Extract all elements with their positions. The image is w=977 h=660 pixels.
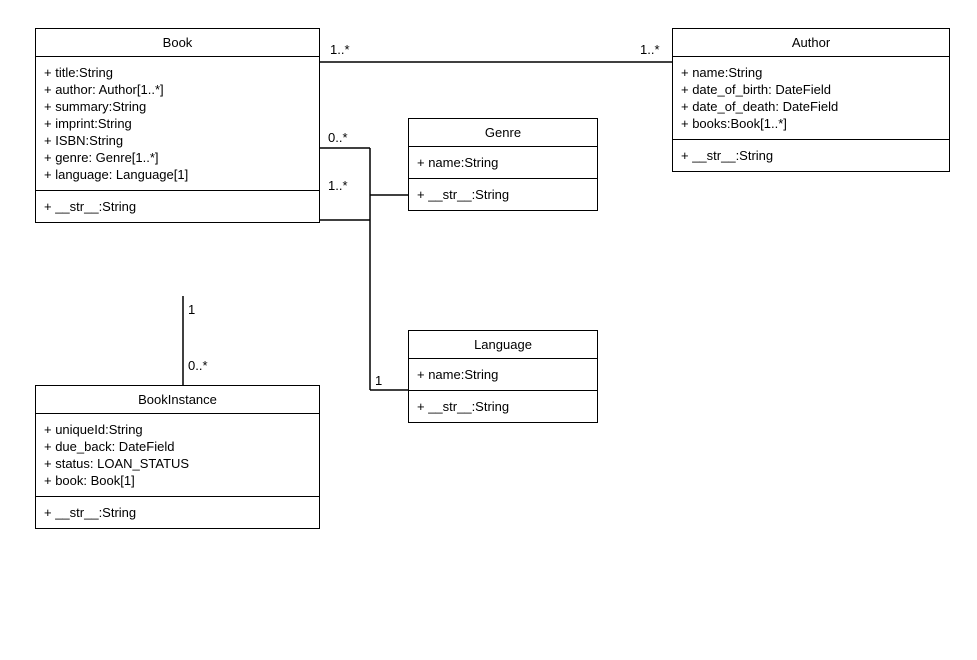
author-attr-2: + date_of_death: DateField: [681, 99, 941, 114]
author-attr-0: + name:String: [681, 65, 941, 80]
genre-class: Genre + name:String + __str__:String: [408, 118, 598, 211]
book-author-right-label: 1..*: [640, 42, 660, 57]
bookinstance-class-methods: + __str__:String: [36, 497, 319, 528]
author-attr-3: + books:Book[1..*]: [681, 116, 941, 131]
genre-class-title: Genre: [409, 119, 597, 147]
bookinstance-class: BookInstance + uniqueId:String + due_bac…: [35, 385, 320, 529]
book-attr-5: + genre: Genre[1..*]: [44, 150, 311, 165]
genre-attr-0: + name:String: [417, 155, 589, 170]
book-attr-6: + language: Language[1]: [44, 167, 311, 182]
book-class-methods: + __str__:String: [36, 191, 319, 222]
book-class-attributes: + title:String + author: Author[1..*] + …: [36, 57, 319, 191]
book-method-0: + __str__:String: [44, 199, 311, 214]
bookinstance-attr-3: + book: Book[1]: [44, 473, 311, 488]
author-class-title: Author: [673, 29, 949, 57]
book-attr-2: + summary:String: [44, 99, 311, 114]
author-class-methods: + __str__:String: [673, 140, 949, 171]
language-method-0: + __str__:String: [417, 399, 589, 414]
bookinstance-attr-2: + status: LOAN_STATUS: [44, 456, 311, 471]
language-class-methods: + __str__:String: [409, 391, 597, 422]
bookinstance-class-title: BookInstance: [36, 386, 319, 414]
language-class: Language + name:String + __str__:String: [408, 330, 598, 423]
language-class-attributes: + name:String: [409, 359, 597, 391]
language-class-title: Language: [409, 331, 597, 359]
bookinstance-attr-1: + due_back: DateField: [44, 439, 311, 454]
book-genre-left-label: 0..*: [328, 130, 348, 145]
uml-diagram: 1..* 1..* 0..* 1..* 1 1 0..* Book + titl…: [0, 0, 977, 660]
book-attr-4: + ISBN:String: [44, 133, 311, 148]
book-bookinstance-top-label: 1: [188, 302, 195, 317]
book-attr-3: + imprint:String: [44, 116, 311, 131]
bookinstance-class-attributes: + uniqueId:String + due_back: DateField …: [36, 414, 319, 497]
language-attr-0: + name:String: [417, 367, 589, 382]
book-language-label: 1: [375, 373, 382, 388]
author-attr-1: + date_of_birth: DateField: [681, 82, 941, 97]
author-class: Author + name:String + date_of_birth: Da…: [672, 28, 950, 172]
genre-class-methods: + __str__:String: [409, 179, 597, 210]
bookinstance-attr-0: + uniqueId:String: [44, 422, 311, 437]
book-genre-right-label: 1..*: [328, 178, 348, 193]
book-attr-0: + title:String: [44, 65, 311, 80]
genre-method-0: + __str__:String: [417, 187, 589, 202]
author-method-0: + __str__:String: [681, 148, 941, 163]
genre-class-attributes: + name:String: [409, 147, 597, 179]
book-bookinstance-bottom-label: 0..*: [188, 358, 208, 373]
bookinstance-method-0: + __str__:String: [44, 505, 311, 520]
book-class: Book + title:String + author: Author[1..…: [35, 28, 320, 223]
book-class-title: Book: [36, 29, 319, 57]
book-attr-1: + author: Author[1..*]: [44, 82, 311, 97]
author-class-attributes: + name:String + date_of_birth: DateField…: [673, 57, 949, 140]
book-author-left-label: 1..*: [330, 42, 350, 57]
